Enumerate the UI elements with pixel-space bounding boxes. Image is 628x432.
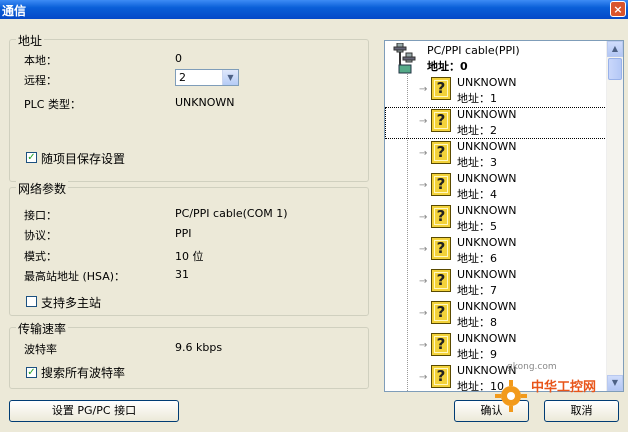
- tree-connector-arrow-icon: →: [419, 276, 428, 287]
- tree-node-address: 地址：2: [457, 124, 497, 137]
- unknown-device-icon: ?: [431, 141, 451, 164]
- tree-node-name: UNKNOWN: [457, 300, 517, 313]
- title-bar: 通信 ×: [0, 0, 628, 19]
- tree-node-name: UNKNOWN: [457, 76, 517, 89]
- tree-root-name: PC/PPI cable(PPI): [427, 44, 520, 57]
- tree-node-name: UNKNOWN: [457, 236, 517, 249]
- tree-connector-arrow-icon: →: [419, 212, 428, 223]
- save-with-project-checkbox[interactable]: ✓: [26, 152, 37, 163]
- tree-node-address: 地址：8: [457, 316, 497, 329]
- scrollbar-thumb[interactable]: [608, 58, 622, 80]
- network-group: 网络参数 接口： PC/PPI cable(COM 1) 协议： PPI 模式：…: [9, 180, 369, 316]
- unknown-device-icon: ?: [431, 77, 451, 100]
- tree-node[interactable]: →? UNKNOWN 地址：4: [385, 171, 607, 203]
- network-group-legend: 网络参数: [16, 180, 69, 197]
- tree-node-address: 地址：6: [457, 252, 497, 265]
- interface-label: 接口：: [24, 209, 57, 222]
- tree-node[interactable]: →? UNKNOWN 地址：6: [385, 235, 607, 267]
- search-all-baud-checkbox[interactable]: ✓: [26, 367, 37, 378]
- tree-node-name: UNKNOWN: [457, 268, 517, 281]
- tree-connector-arrow-icon: →: [419, 244, 428, 255]
- tree-node-name: UNKNOWN: [457, 332, 517, 345]
- tree-node-address: 地址：5: [457, 220, 497, 233]
- tree-connector-arrow-icon: →: [419, 340, 428, 351]
- remote-address-value: 2: [179, 71, 186, 84]
- tree-node-address: 地址：4: [457, 188, 497, 201]
- protocol-value: PPI: [175, 227, 192, 240]
- address-group: 地址 本地： 0 远程： 2 ▼ PLC 类型： UNKNOWN ✓ 随项目保存…: [9, 32, 369, 182]
- unknown-device-icon: ?: [431, 333, 451, 356]
- remote-label: 远程：: [24, 74, 57, 87]
- baud-rate-label: 波特率: [24, 343, 57, 356]
- tree-node-name: UNKNOWN: [457, 204, 517, 217]
- tree-connector-arrow-icon: →: [419, 308, 428, 319]
- unknown-device-icon: ?: [431, 301, 451, 324]
- tree-root-address: 地址：0: [427, 60, 468, 73]
- tree-node[interactable]: →? UNKNOWN 地址：5: [385, 203, 607, 235]
- tree-node[interactable]: →? UNKNOWN 地址：1: [385, 75, 607, 107]
- tree-connector-arrow-icon: →: [419, 84, 428, 95]
- tree-node[interactable]: →? UNKNOWN 地址：3: [385, 139, 607, 171]
- unknown-device-icon: ?: [431, 365, 451, 388]
- plc-type-label: PLC 类型：: [24, 98, 81, 111]
- tree-node-name: UNKNOWN: [457, 108, 517, 121]
- mode-label: 模式：: [24, 250, 57, 263]
- window-title: 通信: [2, 4, 27, 18]
- rate-group: 传输速率 波特率 9.6 kbps ✓ 搜索所有波特率: [9, 320, 369, 389]
- tree-node[interactable]: →? UNKNOWN 地址：9: [385, 331, 607, 363]
- unknown-device-icon: ?: [431, 237, 451, 260]
- tree-node-name: UNKNOWN: [457, 172, 517, 185]
- tree-connector-arrow-icon: →: [419, 180, 428, 191]
- pc-ppi-cable-icon: [393, 43, 416, 74]
- tree-root[interactable]: PC/PPI cable(PPI) 地址：0: [385, 41, 607, 74]
- rate-group-legend: 传输速率: [16, 320, 69, 337]
- address-group-legend: 地址: [16, 32, 45, 49]
- watermark-url: gkong.com: [507, 362, 557, 372]
- gear-watermark-icon: [495, 380, 527, 412]
- tree-node[interactable]: →? UNKNOWN 地址：7: [385, 267, 607, 299]
- tree-node-name: UNKNOWN: [457, 140, 517, 153]
- multimaster-label: 支持多主站: [41, 296, 102, 310]
- scroll-up-icon[interactable]: ▲: [607, 41, 623, 57]
- local-label: 本地：: [24, 54, 57, 67]
- tree-connector-arrow-icon: →: [419, 148, 428, 159]
- tree-node-address: 地址：3: [457, 156, 497, 169]
- tree-connector-arrow-icon: →: [419, 372, 428, 383]
- network-tree[interactable]: PC/PPI cable(PPI) 地址：0 →? UNKNOWN 地址：1 →? UN…: [384, 40, 624, 392]
- tree-scrollbar[interactable]: ▲ ▼: [606, 41, 623, 391]
- mode-value: 10 位: [175, 250, 204, 263]
- hsa-value: 31: [175, 268, 189, 281]
- unknown-device-icon: ?: [431, 205, 451, 228]
- tree-node-address: 地址：9: [457, 348, 497, 361]
- set-pgpc-interface-button[interactable]: 设置 PG/PC 接口: [9, 400, 179, 422]
- plc-type-value: UNKNOWN: [175, 96, 235, 109]
- tree-connector-arrow-icon: →: [419, 116, 428, 127]
- watermark: 中华工控网 gkong.com: [493, 362, 628, 414]
- multimaster-checkbox[interactable]: [26, 296, 37, 307]
- local-value: 0: [175, 52, 182, 65]
- close-button[interactable]: ×: [610, 1, 626, 17]
- interface-value: PC/PPI cable(COM 1): [175, 207, 288, 220]
- unknown-device-icon: ?: [431, 109, 451, 132]
- hsa-label: 最高站地址 (HSA)：: [24, 270, 126, 283]
- save-with-project-label: 随项目保存设置: [41, 152, 126, 166]
- remote-address-select[interactable]: 2 ▼: [175, 69, 239, 86]
- unknown-device-icon: ?: [431, 173, 451, 196]
- watermark-text: 中华工控网: [531, 380, 597, 395]
- tree-node-address: 地址：7: [457, 284, 497, 297]
- tree-node[interactable]: →? UNKNOWN 地址：2: [385, 107, 607, 139]
- tree-node[interactable]: →? UNKNOWN 地址：8: [385, 299, 607, 331]
- baud-rate-value: 9.6 kbps: [175, 341, 223, 354]
- tree-node-address: 地址：1: [457, 92, 497, 105]
- dropdown-arrow-icon[interactable]: ▼: [222, 70, 238, 85]
- search-all-baud-label: 搜索所有波特率: [41, 366, 126, 380]
- unknown-device-icon: ?: [431, 269, 451, 292]
- protocol-label: 协议：: [24, 229, 57, 242]
